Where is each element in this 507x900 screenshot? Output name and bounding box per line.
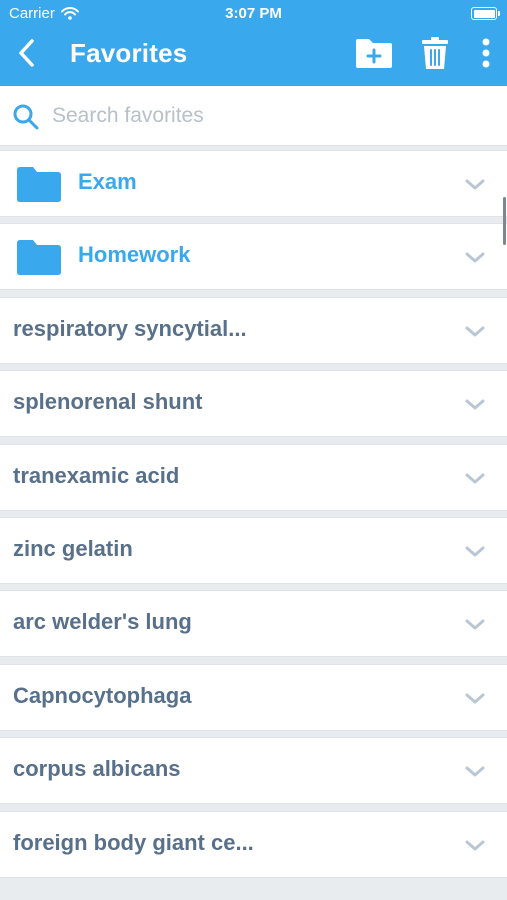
scroll-indicator[interactable] [503,197,506,245]
list-item[interactable]: respiratory syncytial... [0,296,507,364]
chevron-down-icon[interactable] [464,325,486,339]
search-icon [13,104,39,130]
list-item[interactable]: tranexamic acid [0,443,507,511]
list-item[interactable]: Capnocytophaga [0,663,507,731]
item-label: arc welder's lung [13,609,192,635]
item-label: respiratory syncytial... [13,315,247,341]
chevron-left-icon [19,39,34,67]
search-input[interactable] [52,100,482,132]
chevron-down-icon[interactable] [464,472,486,486]
chevron-down-icon[interactable] [464,398,486,412]
more-button[interactable] [474,34,498,72]
folder-icon [17,240,61,276]
item-label: corpus albicans [13,756,181,782]
list-item[interactable]: foreign body giant ce... [0,810,507,878]
nav-bar: Favorites [0,28,507,78]
list-item[interactable]: splenorenal shunt [0,370,507,438]
list-item[interactable]: corpus albicans [0,737,507,805]
item-label: zinc gelatin [13,535,133,561]
search-bar [0,86,507,146]
chevron-down-icon[interactable] [464,618,486,632]
back-button[interactable] [12,35,44,71]
folder-item-homework[interactable]: Homework [0,223,507,291]
folder-label: Homework [78,242,191,268]
list-item[interactable]: zinc gelatin [0,516,507,584]
item-label: tranexamic acid [13,462,180,488]
chevron-down-icon[interactable] [464,545,486,559]
item-label: splenorenal shunt [13,389,203,415]
chevron-down-icon[interactable] [464,251,486,265]
more-vertical-icon [482,38,490,68]
folder-plus-icon [356,39,392,68]
battery-icon [471,7,500,20]
folder-label: Exam [78,169,137,194]
status-bar: Carrier 3:07 PM [0,0,507,28]
delete-button[interactable] [418,34,452,72]
status-time: 3:07 PM [225,5,282,22]
folder-item-exam[interactable]: Exam [0,150,507,217]
item-label: Capnocytophaga [13,682,192,708]
folder-icon [17,167,61,202]
chevron-down-icon[interactable] [464,178,486,192]
add-folder-button[interactable] [354,34,394,72]
app-header: Carrier 3:07 PM Favorites [0,0,507,86]
chevron-down-icon[interactable] [464,765,486,779]
chevron-down-icon[interactable] [464,839,486,853]
item-label: foreign body giant ce... [13,829,254,855]
chevron-down-icon[interactable] [464,692,486,706]
favorites-list: Exam Homework respiratory syncytial... s… [0,150,507,884]
trash-icon [422,37,448,69]
list-item[interactable]: arc welder's lung [0,590,507,658]
page-title: Favorites [70,38,188,68]
